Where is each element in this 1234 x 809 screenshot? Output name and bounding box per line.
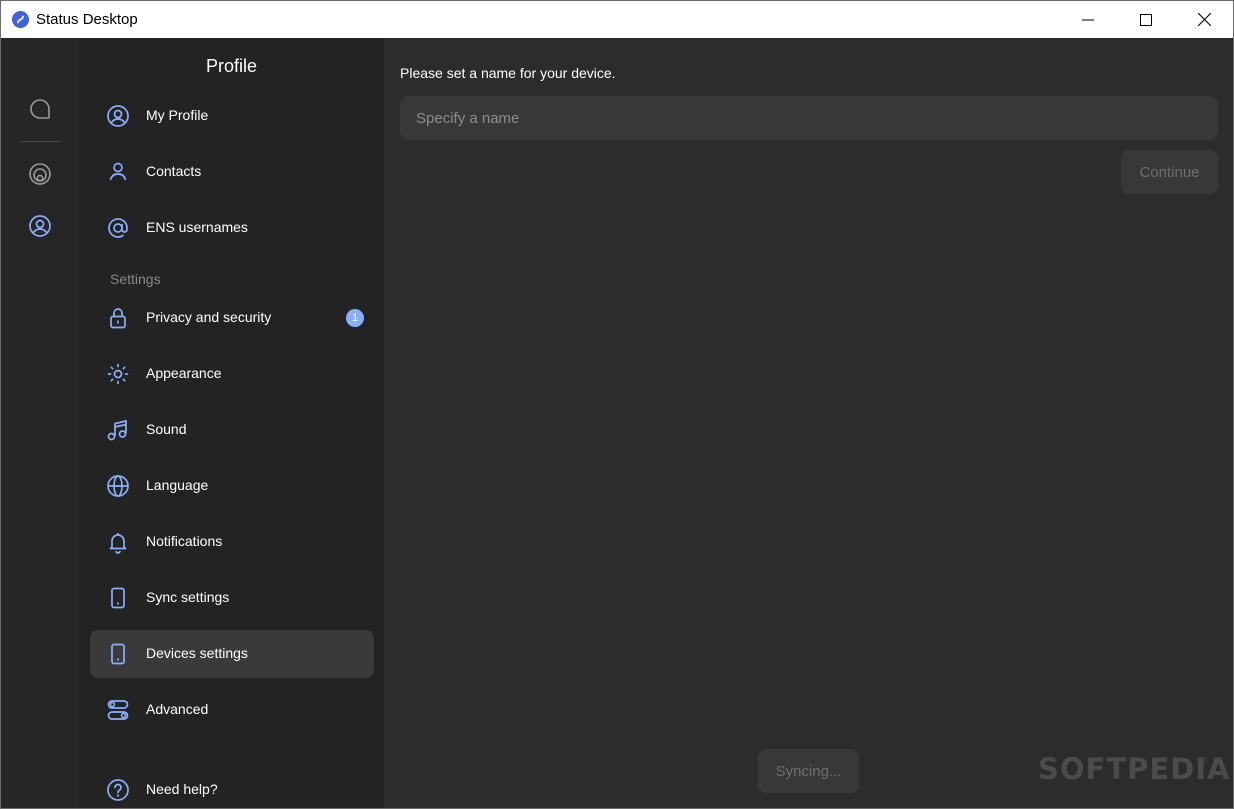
chat-icon: [30, 99, 50, 119]
app-rail: [1, 38, 79, 808]
close-icon: [1197, 13, 1211, 26]
window-title: Status Desktop: [36, 11, 138, 28]
notification-badge: 1: [346, 309, 364, 327]
profile-circle-icon: [106, 104, 130, 128]
sidebar-item-label: Need help?: [146, 781, 218, 797]
help-icon: [106, 778, 130, 802]
sidebar-item-advanced[interactable]: Advanced: [90, 686, 374, 734]
sidebar-item-appearance[interactable]: Appearance: [90, 350, 374, 398]
toggles-icon: [106, 698, 130, 722]
rail-divider: [21, 141, 61, 142]
minimize-button[interactable]: [1059, 1, 1117, 38]
minimize-icon: [1082, 19, 1094, 20]
close-button[interactable]: [1175, 1, 1233, 38]
continue-button[interactable]: Continue: [1121, 150, 1218, 194]
sun-icon: [106, 362, 130, 386]
sidebar-item-label: Sync settings: [146, 589, 230, 605]
sidebar-item-label: Appearance: [146, 365, 222, 381]
sidebar-item-contacts[interactable]: Contacts: [90, 148, 374, 196]
phone-icon: [106, 586, 130, 610]
sidebar-item-my-profile[interactable]: My Profile: [90, 92, 374, 140]
syncing-button[interactable]: Syncing...: [758, 749, 859, 793]
rail-profile-button[interactable]: [23, 209, 57, 243]
sidebar-item-sync-settings[interactable]: Sync settings: [90, 574, 374, 622]
profile-icon: [29, 215, 51, 237]
at-sign-icon: [106, 216, 130, 240]
sidebar-item-label: Language: [146, 477, 209, 493]
sidebar-item-privacy-security[interactable]: Privacy and security 1: [90, 294, 374, 342]
rail-communities-button[interactable]: [23, 157, 57, 191]
sidebar-item-label: My Profile: [146, 107, 209, 123]
sidebar-title: Profile: [205, 56, 258, 76]
sidebar-item-language[interactable]: Language: [90, 462, 374, 510]
sidebar-item-ens-usernames[interactable]: ENS usernames: [90, 204, 374, 252]
device-name-input[interactable]: [400, 96, 1218, 140]
app-window: Status Desktop Profile My Profile Contac…: [0, 0, 1234, 809]
rail-chat-button[interactable]: [23, 92, 57, 126]
watermark-registered-mark: ®: [1200, 755, 1207, 765]
sidebar-item-label: Privacy and security: [146, 309, 272, 325]
settings-section-label: Settings: [110, 271, 161, 287]
sidebar-item-label: ENS usernames: [146, 219, 248, 235]
bell-icon: [106, 530, 130, 554]
sidebar-item-label: Contacts: [146, 163, 202, 179]
sidebar-item-notifications[interactable]: Notifications: [90, 518, 374, 566]
maximize-icon: [1140, 13, 1152, 26]
sidebar-item-label: Advanced: [146, 701, 209, 717]
music-note-icon: [106, 418, 130, 442]
phone-icon: [106, 642, 130, 666]
lock-icon: [106, 306, 130, 330]
devices-settings-panel: Please set a name for your device. Conti…: [384, 38, 1233, 808]
sidebar-item-label: Devices settings: [146, 645, 248, 661]
sidebar-item-sound[interactable]: Sound: [90, 406, 374, 454]
sidebar-item-devices-settings[interactable]: Devices settings: [90, 630, 374, 678]
status-logo-icon: [12, 11, 29, 28]
title-bar: Status Desktop: [1, 1, 1233, 38]
sidebar-item-need-help[interactable]: Need help?: [90, 766, 374, 808]
contacts-icon: [106, 160, 130, 184]
communities-icon: [29, 163, 51, 185]
sidebar-item-label: Sound: [146, 421, 187, 437]
profile-sidebar: Profile My Profile Contacts ENS username…: [79, 38, 384, 808]
globe-icon: [106, 474, 130, 498]
maximize-button[interactable]: [1117, 1, 1175, 38]
sidebar-item-label: Notifications: [146, 533, 223, 549]
device-name-prompt: Please set a name for your device.: [400, 65, 616, 81]
